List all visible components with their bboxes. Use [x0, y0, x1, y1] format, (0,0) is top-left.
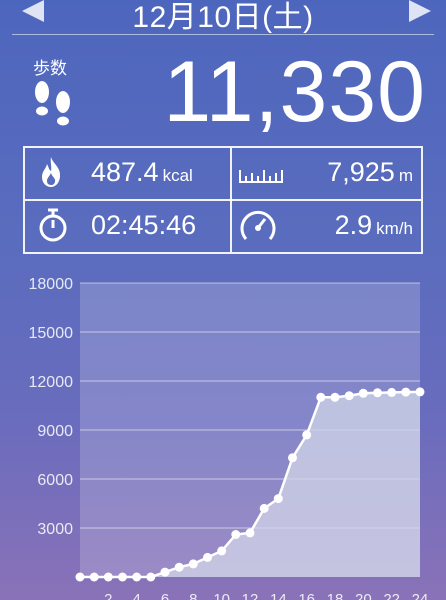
calories-value: 487.4: [91, 157, 159, 187]
data-point: [245, 528, 255, 538]
steps-count: 11,330: [163, 44, 426, 140]
y-tick-label: 9000: [37, 423, 73, 440]
speed-unit: km/h: [376, 219, 413, 238]
x-tick-label: 16: [298, 591, 315, 600]
x-tick-label: 18: [327, 591, 344, 600]
date-header: 12月10日(土): [0, 0, 446, 34]
distance-unit: m: [398, 166, 413, 185]
data-point: [146, 572, 156, 582]
data-point: [75, 572, 85, 582]
calories-unit: kcal: [162, 166, 193, 185]
data-point: [302, 430, 312, 440]
y-tick-label: 3000: [37, 521, 73, 538]
y-tick-label: 12000: [29, 374, 74, 391]
speedometer-icon: [240, 210, 276, 240]
flame-icon: [42, 157, 61, 187]
distance-display: 7,925 m: [327, 157, 413, 188]
data-point: [132, 572, 142, 582]
data-point: [259, 503, 269, 513]
data-point: [103, 572, 113, 582]
speed-display: 2.9 km/h: [335, 210, 413, 241]
x-tick-label: 12: [242, 591, 259, 600]
steps-label: 歩数: [33, 59, 67, 78]
y-tick-label: 18000: [29, 276, 74, 293]
data-point: [401, 387, 411, 397]
x-tick-label: 22: [383, 591, 400, 600]
steps-chart: 1800015000120009000600030002 4 6 8 10 12 14 16 1…: [29, 276, 429, 600]
footprints-icon: [35, 81, 70, 126]
date-title: 12月10日(土): [132, 1, 314, 34]
x-tick-label: 14: [270, 591, 287, 600]
data-point: [316, 392, 326, 402]
data-point: [415, 387, 425, 397]
duration-value: 02:45:46: [91, 210, 197, 240]
speed-cell: 2.9 km/h: [232, 201, 421, 252]
ruler-icon: [239, 170, 283, 183]
y-tick-label: 15000: [29, 325, 74, 342]
calories-display: 487.4 kcal: [91, 157, 193, 188]
x-tick-label: 24: [412, 591, 429, 600]
speed-value: 2.9: [334, 210, 373, 240]
duration-cell: 02:45:46: [25, 201, 230, 252]
data-point: [358, 388, 368, 398]
x-tick-label: 8: [189, 591, 197, 600]
data-point: [288, 453, 297, 463]
distance-cell: 7,925 m: [232, 148, 421, 199]
data-point: [344, 391, 354, 401]
data-point: [330, 392, 340, 402]
data-point: [160, 567, 170, 577]
data-point: [203, 552, 212, 562]
x-tick-label: 2: [104, 591, 112, 600]
data-point: [217, 546, 227, 556]
duration-display: 02:45:46: [91, 210, 196, 241]
y-tick-label: 6000: [37, 472, 73, 489]
x-tick-label: 4: [132, 591, 140, 600]
data-point: [387, 387, 397, 397]
data-point: [174, 562, 184, 572]
data-point: [118, 572, 127, 582]
x-tick-label: 6: [161, 591, 169, 600]
data-point: [188, 559, 198, 569]
data-point: [373, 388, 382, 398]
data-point: [231, 530, 241, 539]
distance-value: 7,925: [327, 157, 395, 187]
data-point: [273, 494, 283, 504]
x-tick-label: 20: [355, 591, 372, 600]
next-day-button[interactable]: [409, 0, 431, 22]
x-tick-label: 10: [213, 591, 230, 600]
stopwatch-icon: [39, 208, 67, 242]
header-divider: [12, 34, 434, 35]
data-point: [89, 572, 99, 582]
calories-cell: 487.4 kcal: [25, 148, 230, 199]
stats-grid: 487.4 kcal 7,925 m 02:45:46 2.9 km/h: [23, 146, 423, 254]
